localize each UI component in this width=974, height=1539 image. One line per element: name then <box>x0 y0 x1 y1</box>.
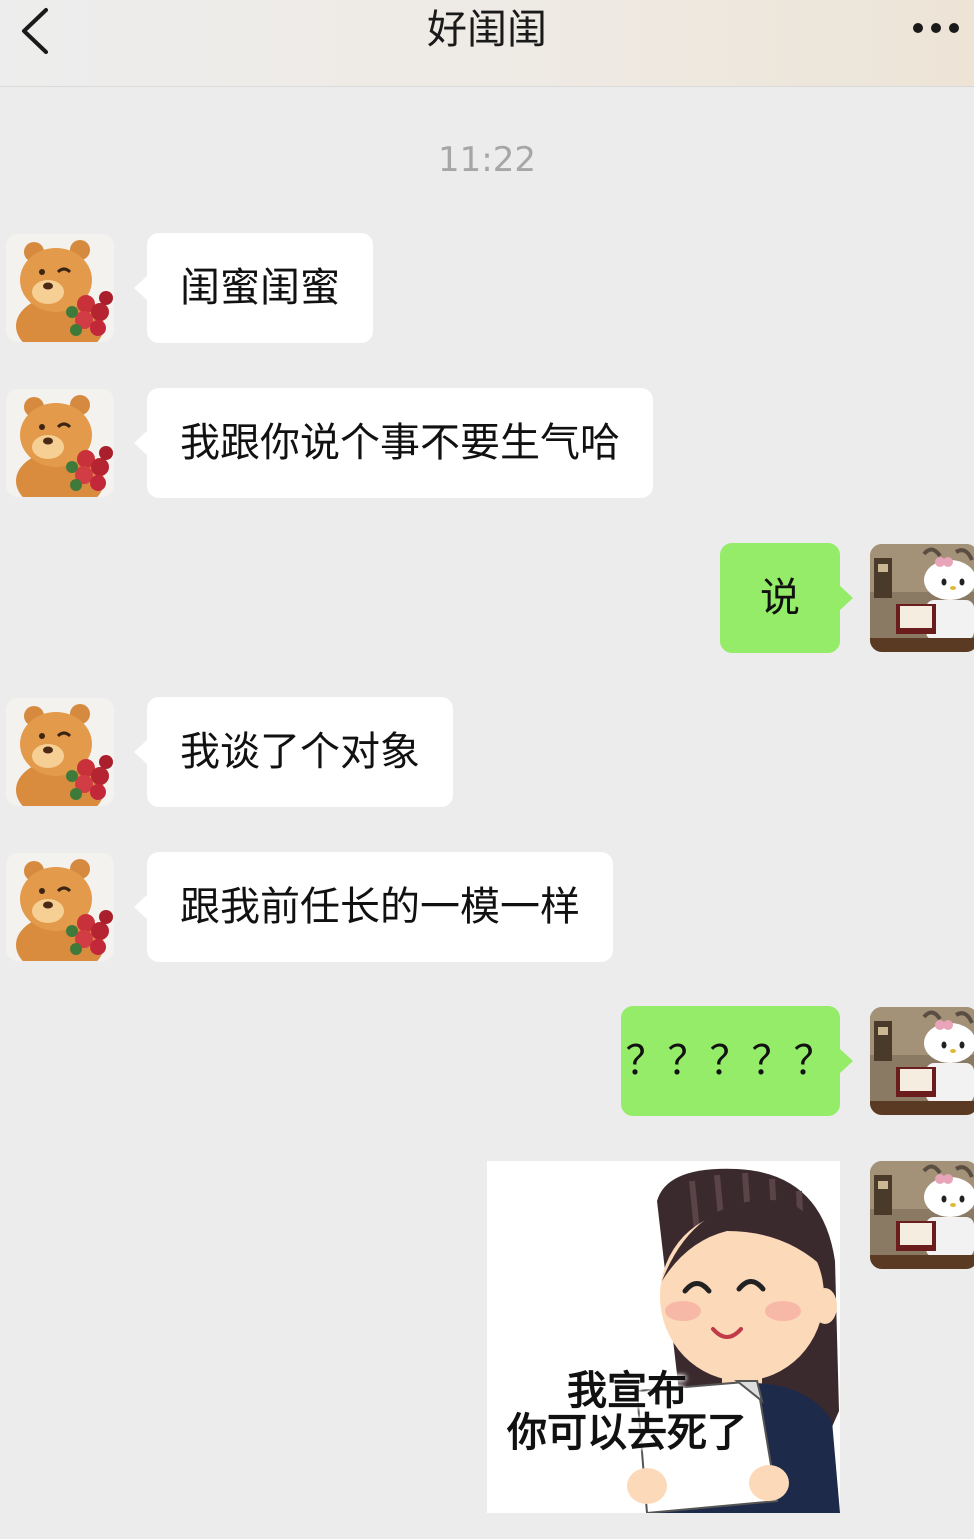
more-dots-icon <box>913 23 959 33</box>
message-bubble-incoming[interactable]: 跟我前任长的一模一样 <box>134 852 613 962</box>
bear-avatar-image <box>6 853 114 961</box>
sticker-caption-line1: 我宣布 <box>567 1368 687 1414</box>
message-bubble-incoming[interactable]: 我谈了个对象 <box>134 697 453 807</box>
message-bubble-outgoing[interactable]: 说 <box>720 543 853 653</box>
contact-avatar[interactable] <box>6 853 114 961</box>
chat-title: 好闺闺 <box>427 7 547 53</box>
bear-avatar-image <box>6 234 114 342</box>
contact-avatar[interactable] <box>6 698 114 806</box>
kitty-avatar-image <box>870 544 974 652</box>
girl-reading-paper-sticker <box>627 1168 840 1513</box>
sticker-message[interactable]: 我宣布 你可以去死了 <box>487 1161 840 1513</box>
self-avatar[interactable] <box>870 1007 974 1115</box>
bear-avatar-image <box>6 698 114 806</box>
message-bubble-outgoing[interactable]: ？？？？？ <box>621 1006 853 1116</box>
message-bubble-incoming[interactable]: 我跟你说个事不要生气哈 <box>134 388 653 498</box>
self-avatar[interactable] <box>870 544 974 652</box>
self-avatar[interactable] <box>870 1161 974 1269</box>
more-button[interactable] <box>906 8 966 48</box>
message-bubble-incoming[interactable]: 闺蜜闺蜜 <box>134 233 373 343</box>
sticker-caption-line2: 你可以去死了 <box>507 1410 747 1456</box>
chat-header: 好闺闺 <box>0 0 974 87</box>
contact-avatar[interactable] <box>6 234 114 342</box>
contact-avatar[interactable] <box>6 389 114 497</box>
kitty-avatar-image <box>870 1007 974 1115</box>
message-timestamp: 11:22 <box>438 140 536 180</box>
bear-avatar-image <box>6 389 114 497</box>
kitty-avatar-image <box>870 1161 974 1269</box>
